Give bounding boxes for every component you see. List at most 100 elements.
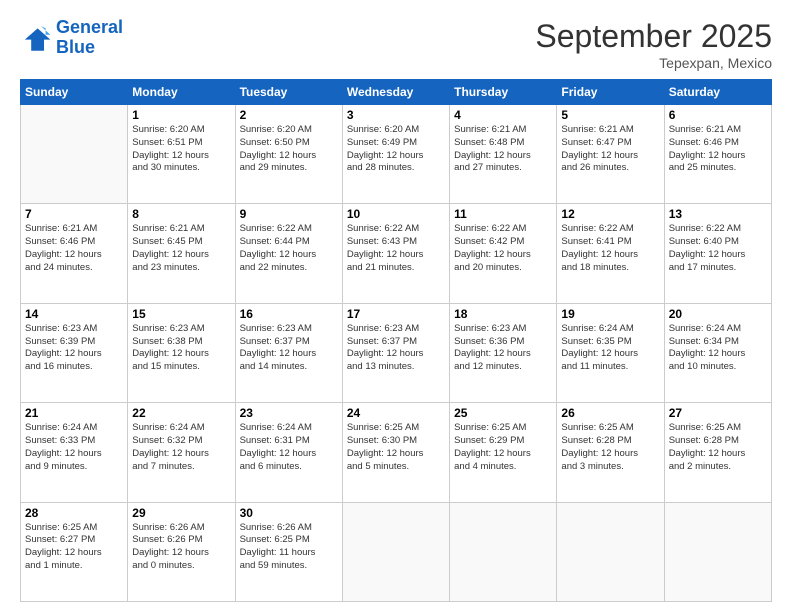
day-cell: 30 Sunrise: 6:26 AM Sunset: 6:25 PM Dayli… [235,502,342,601]
day-number: 25 [454,406,552,420]
calendar: Sunday Monday Tuesday Wednesday Thursday… [20,79,772,602]
day-cell: 14 Sunrise: 6:23 AM Sunset: 6:39 PM Dayli… [21,303,128,402]
day-info: Sunrise: 6:25 AM Sunset: 6:28 PM Dayligh… [561,422,659,473]
day-cell: 29 Sunrise: 6:26 AM Sunset: 6:26 PM Dayli… [128,502,235,601]
col-saturday: Saturday [664,80,771,105]
day-number: 18 [454,307,552,321]
day-number: 5 [561,108,659,122]
day-cell: 19 Sunrise: 6:24 AM Sunset: 6:35 PM Dayli… [557,303,664,402]
day-info: Sunrise: 6:25 AM Sunset: 6:27 PM Dayligh… [25,522,123,573]
day-info: Sunrise: 6:25 AM Sunset: 6:28 PM Dayligh… [669,422,767,473]
day-cell: 9Sunrise: 6:22 AM Sunset: 6:44 PM Daylig… [235,204,342,303]
day-cell: 2Sunrise: 6:20 AM Sunset: 6:50 PM Daylig… [235,105,342,204]
day-info: Sunrise: 6:24 AM Sunset: 6:34 PM Dayligh… [669,323,767,374]
col-monday: Monday [128,80,235,105]
day-number: 8 [132,207,230,221]
week-row-3: 14 Sunrise: 6:23 AM Sunset: 6:39 PM Dayli… [21,303,772,402]
week-row-1: 1 Sunrise: 6:20 AM Sunset: 6:51 PM Daylig… [21,105,772,204]
day-number: 2 [240,108,338,122]
day-cell: 17Sunrise: 6:23 AM Sunset: 6:37 PM Dayli… [342,303,449,402]
day-cell: 5 Sunrise: 6:21 AM Sunset: 6:47 PM Daylig… [557,105,664,204]
day-number: 6 [669,108,767,122]
day-number: 26 [561,406,659,420]
day-cell [342,502,449,601]
day-cell: 13 Sunrise: 6:22 AM Sunset: 6:40 PM Dayli… [664,204,771,303]
day-cell: 25 Sunrise: 6:25 AM Sunset: 6:29 PM Dayli… [450,403,557,502]
col-tuesday: Tuesday [235,80,342,105]
day-info: Sunrise: 6:21 AM Sunset: 6:48 PM Dayligh… [454,124,552,175]
day-info: Sunrise: 6:23 AM Sunset: 6:37 PM Dayligh… [347,323,445,374]
day-number: 28 [25,506,123,520]
week-row-2: 7Sunrise: 6:21 AM Sunset: 6:46 PM Daylig… [21,204,772,303]
logo-general: General [56,17,123,37]
day-info: Sunrise: 6:23 AM Sunset: 6:39 PM Dayligh… [25,323,123,374]
day-cell: 23 Sunrise: 6:24 AM Sunset: 6:31 PM Dayli… [235,403,342,502]
day-info: Sunrise: 6:22 AM Sunset: 6:40 PM Dayligh… [669,223,767,274]
day-cell: 8 Sunrise: 6:21 AM Sunset: 6:45 PM Daylig… [128,204,235,303]
title-block: September 2025 Tepexpan, Mexico [535,18,772,71]
day-info: Sunrise: 6:24 AM Sunset: 6:31 PM Dayligh… [240,422,338,473]
day-number: 12 [561,207,659,221]
day-cell: 3 Sunrise: 6:20 AM Sunset: 6:49 PM Daylig… [342,105,449,204]
day-info: Sunrise: 6:21 AM Sunset: 6:46 PM Dayligh… [669,124,767,175]
day-number: 14 [25,307,123,321]
day-cell: 16Sunrise: 6:23 AM Sunset: 6:37 PM Dayli… [235,303,342,402]
day-number: 4 [454,108,552,122]
day-info: Sunrise: 6:20 AM Sunset: 6:49 PM Dayligh… [347,124,445,175]
day-number: 21 [25,406,123,420]
day-cell: 12Sunrise: 6:22 AM Sunset: 6:41 PM Dayli… [557,204,664,303]
day-info: Sunrise: 6:21 AM Sunset: 6:46 PM Dayligh… [25,223,123,274]
location: Tepexpan, Mexico [535,55,772,71]
week-row-5: 28 Sunrise: 6:25 AM Sunset: 6:27 PM Dayli… [21,502,772,601]
day-number: 3 [347,108,445,122]
day-cell: 7Sunrise: 6:21 AM Sunset: 6:46 PM Daylig… [21,204,128,303]
col-sunday: Sunday [21,80,128,105]
day-info: Sunrise: 6:25 AM Sunset: 6:29 PM Dayligh… [454,422,552,473]
day-cell [664,502,771,601]
day-number: 23 [240,406,338,420]
day-number: 30 [240,506,338,520]
day-number: 22 [132,406,230,420]
col-friday: Friday [557,80,664,105]
day-cell: 6 Sunrise: 6:21 AM Sunset: 6:46 PM Daylig… [664,105,771,204]
day-number: 13 [669,207,767,221]
day-number: 27 [669,406,767,420]
day-info: Sunrise: 6:20 AM Sunset: 6:51 PM Dayligh… [132,124,230,175]
day-info: Sunrise: 6:21 AM Sunset: 6:45 PM Dayligh… [132,223,230,274]
day-number: 9 [240,207,338,221]
day-info: Sunrise: 6:24 AM Sunset: 6:33 PM Dayligh… [25,422,123,473]
day-cell: 15Sunrise: 6:23 AM Sunset: 6:38 PM Dayli… [128,303,235,402]
day-info: Sunrise: 6:26 AM Sunset: 6:25 PM Dayligh… [240,522,338,573]
day-info: Sunrise: 6:24 AM Sunset: 6:35 PM Dayligh… [561,323,659,374]
col-wednesday: Wednesday [342,80,449,105]
logo-blue: Blue [56,37,95,57]
day-number: 24 [347,406,445,420]
day-cell: 10Sunrise: 6:22 AM Sunset: 6:43 PM Dayli… [342,204,449,303]
day-cell: 11Sunrise: 6:22 AM Sunset: 6:42 PM Dayli… [450,204,557,303]
day-cell: 4 Sunrise: 6:21 AM Sunset: 6:48 PM Daylig… [450,105,557,204]
page: General Blue September 2025 Tepexpan, Me… [0,0,792,612]
day-cell: 27 Sunrise: 6:25 AM Sunset: 6:28 PM Dayli… [664,403,771,502]
day-info: Sunrise: 6:22 AM Sunset: 6:42 PM Dayligh… [454,223,552,274]
day-number: 20 [669,307,767,321]
day-cell: 26 Sunrise: 6:25 AM Sunset: 6:28 PM Dayli… [557,403,664,502]
day-number: 19 [561,307,659,321]
day-cell: 24Sunrise: 6:25 AM Sunset: 6:30 PM Dayli… [342,403,449,502]
day-cell: 20 Sunrise: 6:24 AM Sunset: 6:34 PM Dayli… [664,303,771,402]
col-thursday: Thursday [450,80,557,105]
day-cell [21,105,128,204]
day-number: 1 [132,108,230,122]
day-info: Sunrise: 6:21 AM Sunset: 6:47 PM Dayligh… [561,124,659,175]
day-info: Sunrise: 6:23 AM Sunset: 6:36 PM Dayligh… [454,323,552,374]
day-cell: 1 Sunrise: 6:20 AM Sunset: 6:51 PM Daylig… [128,105,235,204]
day-number: 29 [132,506,230,520]
day-info: Sunrise: 6:26 AM Sunset: 6:26 PM Dayligh… [132,522,230,573]
logo-text: General Blue [56,18,123,58]
logo-icon [20,22,52,54]
month-title: September 2025 [535,18,772,55]
day-number: 10 [347,207,445,221]
day-info: Sunrise: 6:24 AM Sunset: 6:32 PM Dayligh… [132,422,230,473]
day-cell: 18 Sunrise: 6:23 AM Sunset: 6:36 PM Dayli… [450,303,557,402]
header: General Blue September 2025 Tepexpan, Me… [20,18,772,71]
day-info: Sunrise: 6:23 AM Sunset: 6:37 PM Dayligh… [240,323,338,374]
